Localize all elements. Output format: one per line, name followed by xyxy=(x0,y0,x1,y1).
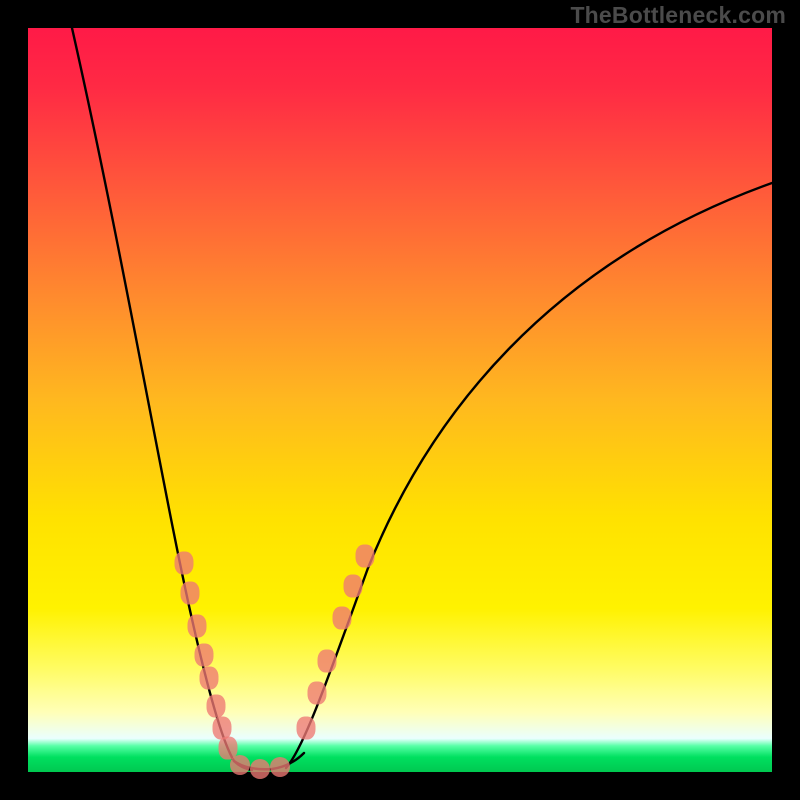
data-marker xyxy=(188,615,207,638)
data-marker xyxy=(175,552,194,575)
left-curve xyxy=(72,28,252,770)
data-marker xyxy=(308,682,327,705)
data-marker xyxy=(250,759,270,779)
data-marker xyxy=(297,717,316,740)
right-curve xyxy=(286,183,772,768)
data-marker xyxy=(318,650,337,673)
data-marker xyxy=(195,644,214,667)
data-marker xyxy=(207,695,226,718)
curve-layer xyxy=(28,28,772,772)
data-marker xyxy=(344,575,363,598)
data-marker xyxy=(200,667,219,690)
data-marker xyxy=(270,757,290,777)
data-marker xyxy=(356,545,375,568)
chart-frame: TheBottleneck.com xyxy=(0,0,800,800)
data-marker xyxy=(333,607,352,630)
watermark-text: TheBottleneck.com xyxy=(570,2,786,29)
data-marker xyxy=(181,582,200,605)
plot-area xyxy=(28,28,772,772)
data-marker xyxy=(230,755,250,775)
